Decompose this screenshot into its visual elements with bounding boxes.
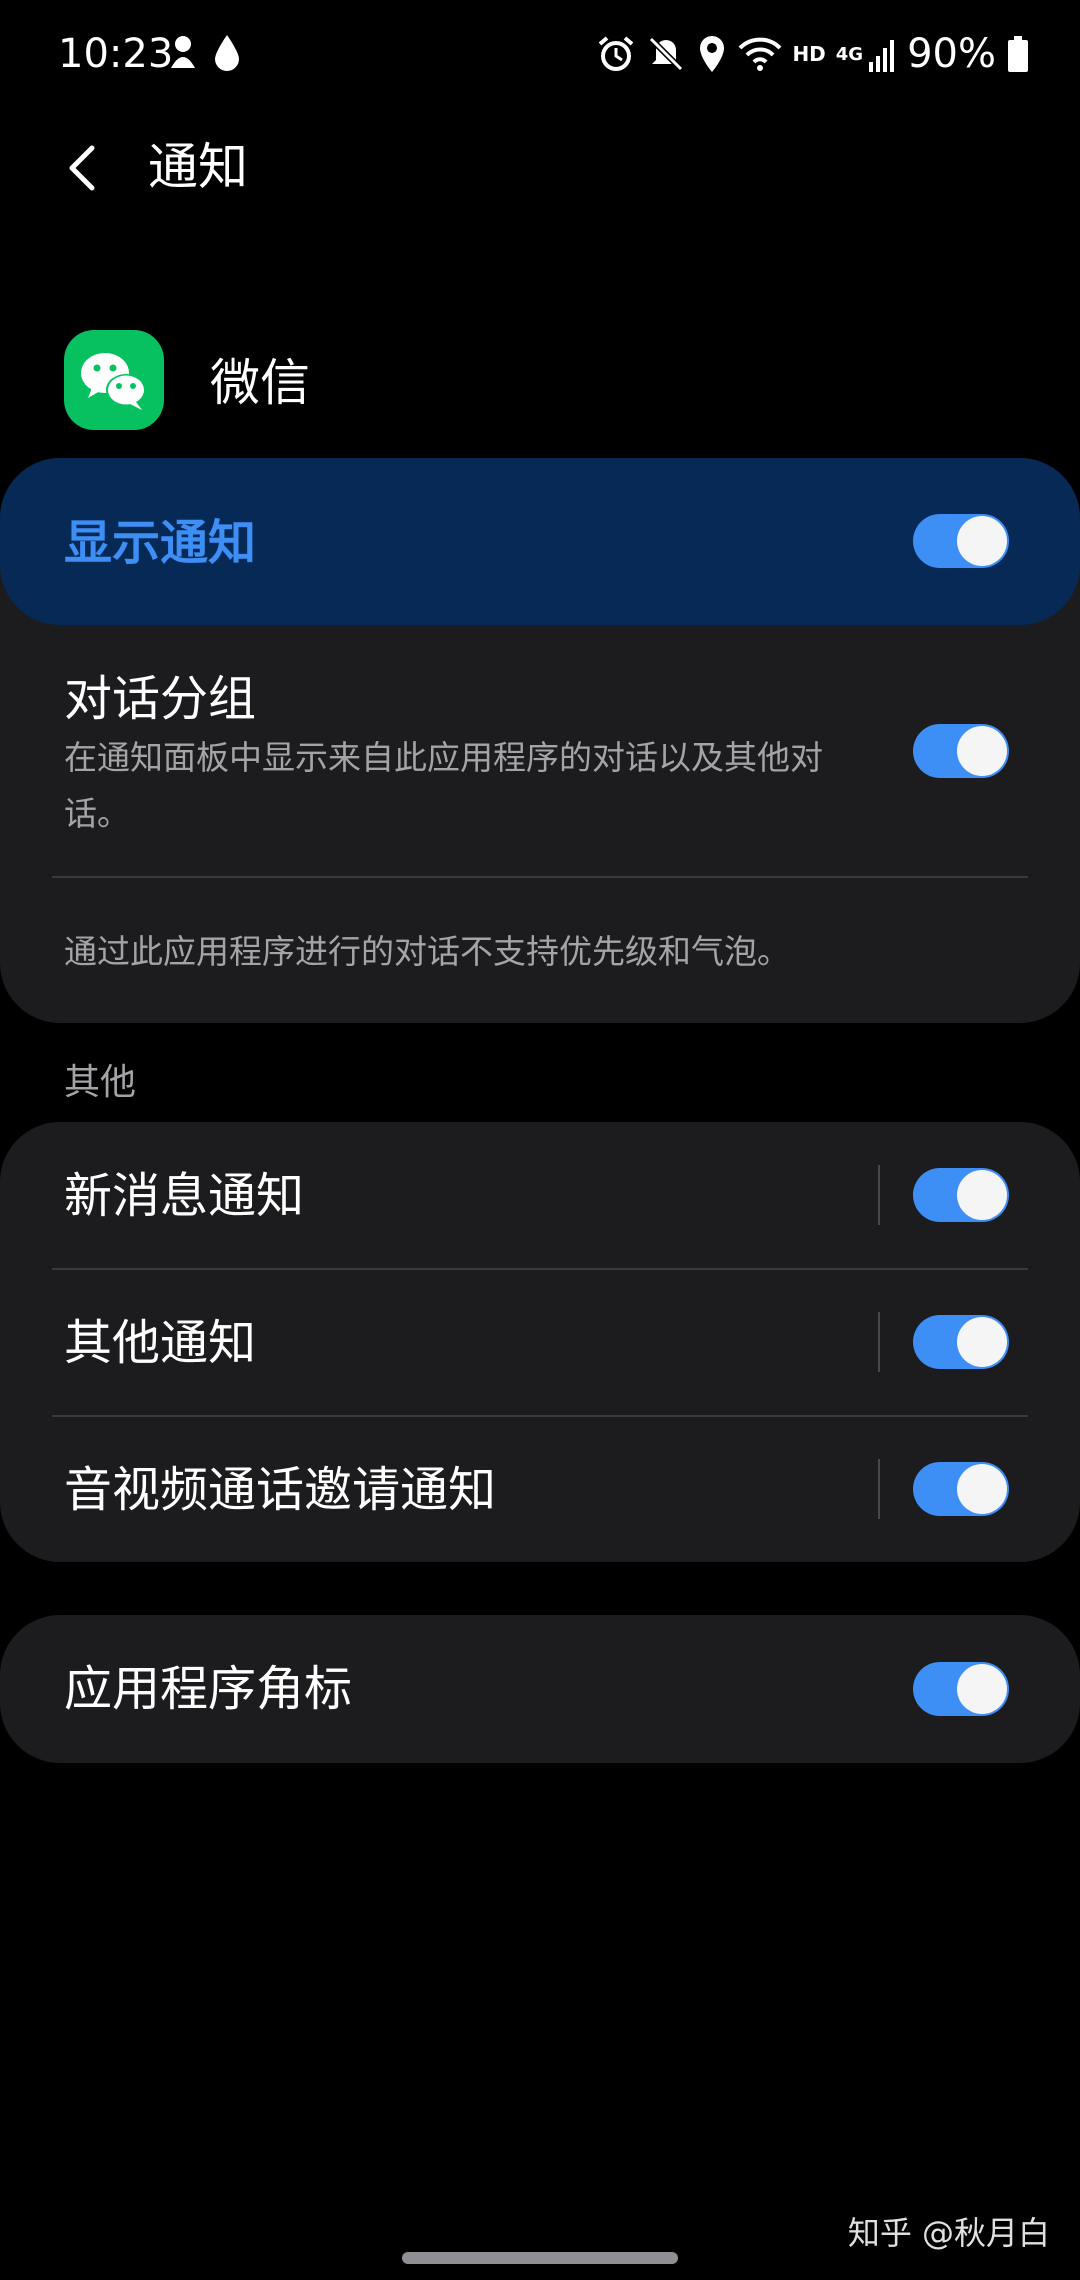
battery-percent: 90% [907,31,996,77]
new-message-toggle[interactable] [913,1168,1009,1222]
notification-app-icon [166,32,200,72]
header: 通知 [0,120,1080,210]
signal-icon [867,34,897,74]
alarm-icon [596,34,636,74]
page-title: 通知 [148,138,248,196]
other-section-label: 其他 [64,1062,137,1103]
drop-icon [212,32,242,72]
hd-label: HD [792,42,826,66]
divider [52,1268,1028,1270]
location-icon [696,34,728,74]
status-bar: 10:23 HD 4G 90% [0,0,1080,104]
call-invite-toggle[interactable] [913,1462,1009,1516]
screen: 10:23 HD 4G 90% 通知 微信 显示通知 对话分组 在通知面板中显示… [0,0,1080,2280]
app-badge-label: 应用程序角标 [64,1661,353,1717]
show-notifications-toggle[interactable] [913,514,1009,568]
other-notifications-label: 其他通知 [64,1315,257,1371]
toggle-knob [957,1464,1007,1514]
conversation-group-title: 对话分组 [64,671,257,727]
app-badge-toggle[interactable] [913,1662,1009,1716]
status-time: 10:23 [58,31,174,77]
conversation-note: 通过此应用程序进行的对话不支持优先级和气泡。 [64,932,790,971]
new-message-label: 新消息通知 [64,1168,305,1224]
status-right: HD 4G 90% [596,28,1030,80]
divider [52,1415,1028,1417]
divider [52,876,1028,878]
separator [878,1165,880,1225]
home-indicator[interactable] [402,2252,678,2264]
separator [878,1312,880,1372]
separator [878,1459,880,1519]
show-notifications-label: 显示通知 [64,515,257,571]
conversation-group-desc: 在通知面板中显示来自此应用程序的对话以及其他对话。 [64,738,823,833]
toggle-knob [957,516,1007,566]
toggle-knob [957,1664,1007,1714]
battery-icon [1006,34,1030,74]
toggle-knob [957,726,1007,776]
call-invite-label: 音视频通话邀请通知 [64,1462,497,1518]
back-arrow-icon [69,145,95,191]
watermark: 知乎 @秋月白 [847,2214,1050,2252]
back-button[interactable] [56,132,120,202]
mute-icon [646,34,686,74]
conversation-group-toggle[interactable] [913,724,1009,778]
status-left-icons [166,32,242,72]
app-name: 微信 [210,354,310,412]
app-info: 微信 [64,330,1024,434]
4g-label: 4G [835,43,864,65]
wifi-icon [738,34,782,74]
other-notifications-toggle[interactable] [913,1315,1009,1369]
toggle-knob [957,1317,1007,1367]
toggle-knob [957,1170,1007,1220]
wechat-icon [64,330,164,430]
